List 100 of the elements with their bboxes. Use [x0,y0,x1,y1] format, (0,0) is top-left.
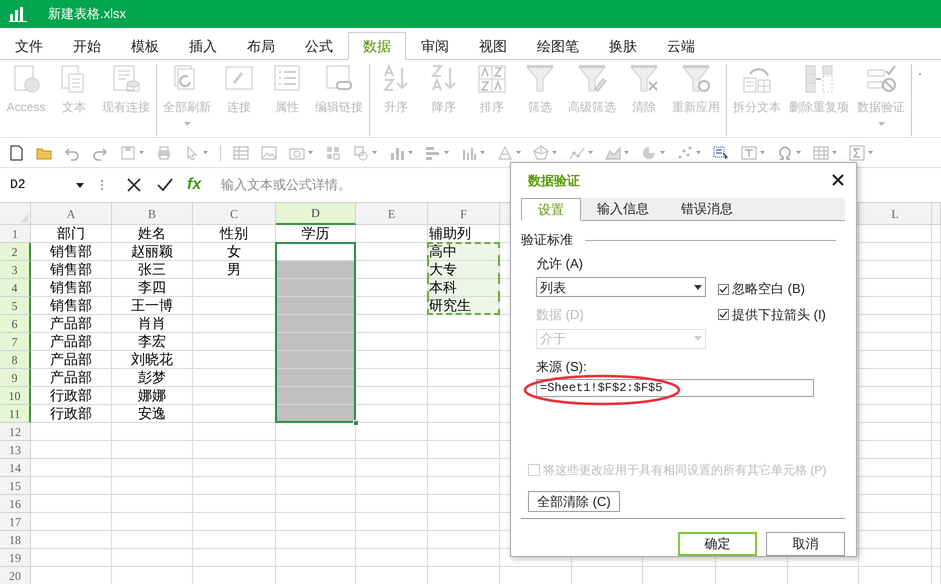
menu-tab[interactable]: 云端 [652,32,710,60]
row-header[interactable]: 14 [0,459,31,477]
omega-icon[interactable] [777,144,793,160]
pie-chart-icon[interactable] [641,144,657,160]
column-header[interactable] [932,203,941,225]
column-header[interactable]: E [356,203,428,225]
table-cell [356,549,428,567]
caret-icon [660,151,665,154]
row-header[interactable]: 19 [0,549,31,567]
row-header[interactable]: 18 [0,531,31,549]
menu-tab[interactable]: 换肤 [594,32,652,60]
menu-tab[interactable]: 模板 [116,32,174,60]
row-header[interactable]: 2 [0,243,31,261]
checkmark-icon[interactable] [157,178,173,192]
save-icon[interactable] [120,144,136,160]
grid-icon[interactable] [325,144,341,160]
new-document-icon[interactable] [8,144,24,160]
table-cell [356,315,428,333]
menu-tab[interactable]: 公式 [290,32,348,60]
row-header[interactable]: 9 [0,369,31,387]
column-header[interactable]: C [193,203,276,225]
sum-icon[interactable] [849,144,865,160]
table-cell [356,333,428,351]
dialog-tab[interactable]: 输入信息 [581,198,665,220]
row-header[interactable]: 8 [0,351,31,369]
field-label: 数据 (D) [536,306,584,324]
dropdown[interactable]: 列表 [536,277,706,298]
menu-tab[interactable]: 审阅 [406,32,464,60]
horizontal-bar-icon[interactable] [425,144,441,160]
list-pointer-icon[interactable] [713,144,729,160]
column-header[interactable]: F [428,203,500,225]
radar-chart-icon[interactable] [533,144,549,160]
row-header[interactable]: 12 [0,423,31,441]
cell-reference[interactable]: D2 [0,175,76,195]
close-icon[interactable] [832,174,844,186]
table-cell: 销售部 [31,243,112,261]
row-header[interactable]: 5 [0,297,31,315]
row-header[interactable]: 4 [0,279,31,297]
menu-tab[interactable]: 文件 [0,32,58,60]
text-box-icon[interactable] [741,144,757,160]
table-cell: 张三 [112,261,193,279]
row-header[interactable]: 15 [0,477,31,495]
row-header[interactable]: 17 [0,513,31,531]
table-cell: 产品部 [31,369,112,387]
column-header[interactable]: D [276,203,356,225]
row-header[interactable]: 1 [0,225,31,243]
table-cell: 肖肖 [112,315,193,333]
row-header[interactable]: 11 [0,405,31,423]
function-button[interactable]: fx [187,173,202,197]
clear-all-button[interactable]: 全部清除 (C) [528,491,620,512]
menu-tab[interactable]: 数据 [348,32,406,60]
table-cell [932,351,941,369]
fill-handle[interactable] [353,420,359,426]
checkbox[interactable] [718,309,729,320]
row-header[interactable]: 3 [0,261,31,279]
table-icon[interactable] [233,144,249,160]
table-cell [356,531,428,549]
filter-refresh-icon [681,64,711,94]
table-cell: 销售部 [31,297,112,315]
formula-placeholder[interactable]: 输入文本或公式详情。 [221,175,352,195]
row-header[interactable]: 16 [0,495,31,513]
column-header[interactable]: B [112,203,193,225]
caret-icon [588,151,593,154]
image-icon[interactable] [261,144,277,160]
table-cell [932,495,941,513]
checkbox[interactable] [718,284,729,295]
cancel-button[interactable]: 取消 [766,532,845,556]
row-header[interactable]: 10 [0,387,31,405]
dialog-tab[interactable]: 设置 [521,198,581,222]
scatter-chart-icon[interactable] [677,144,693,160]
caret-icon [878,122,884,126]
ok-button[interactable]: 确定 [678,532,757,556]
row-header[interactable]: 6 [0,315,31,333]
column-header[interactable]: A [31,203,112,225]
row-header[interactable]: 13 [0,441,31,459]
caret-icon [480,151,485,154]
caret-icon [372,151,377,154]
column-header[interactable]: L [859,203,932,225]
table-cell [356,369,428,387]
menu-tab[interactable]: 开始 [58,32,116,60]
shapes-icon[interactable] [353,144,369,160]
table-cell [932,387,941,405]
close-icon[interactable] [127,178,141,192]
field-label: 来源 (S): [536,358,587,376]
row-header[interactable]: 7 [0,333,31,351]
row-header[interactable]: 20 [0,567,31,584]
caret-icon [796,151,801,154]
caret-icon [694,284,702,290]
menu-tab[interactable]: 布局 [232,32,290,60]
menu-tab[interactable]: 绘图笔 [522,32,594,60]
field-label: 允许 (A) [536,254,583,273]
table-cell [356,423,428,441]
table-cell [932,405,941,423]
pyramid-chart-icon[interactable] [497,144,513,160]
menu-tab[interactable]: 视图 [464,32,522,60]
menu-tab[interactable]: 插入 [174,32,232,60]
source-field[interactable]: =Sheet1!$F$2:$F$5 [536,379,814,398]
table-grid-icon[interactable] [813,144,829,160]
dialog-tab[interactable]: 错误消息 [665,198,749,220]
print-icon[interactable] [156,144,172,160]
